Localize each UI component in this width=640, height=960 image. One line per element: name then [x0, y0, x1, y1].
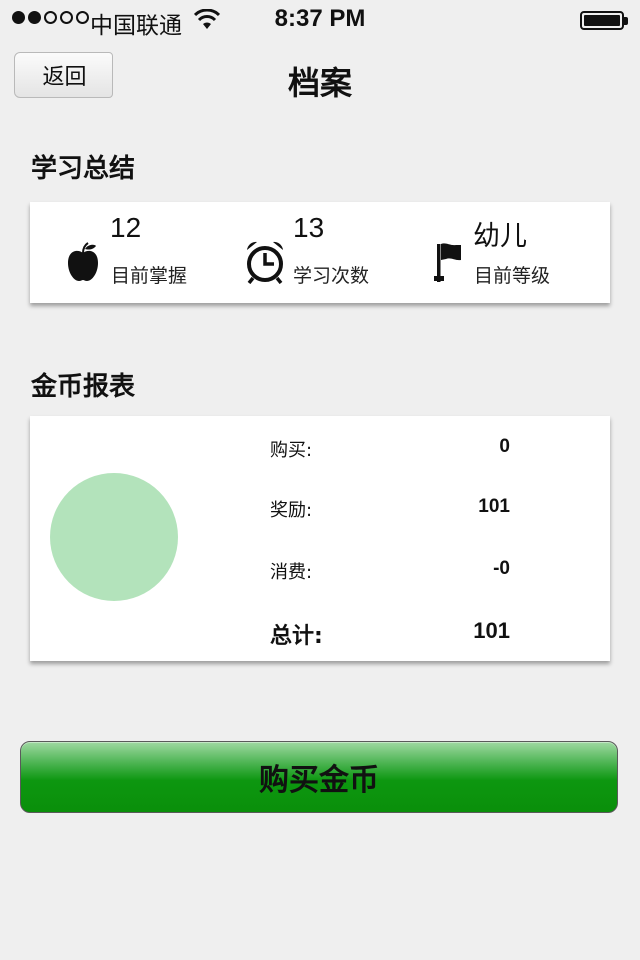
coin-report-card: 购买: 0 奖励: 101 消费: -0 总计: 101 — [30, 416, 610, 661]
reward-label: 奖励: — [270, 500, 313, 521]
study-count: 13 — [293, 212, 325, 243]
flag-icon — [434, 240, 464, 288]
alarm-clock-icon — [245, 240, 285, 288]
spend-label: 消费: — [270, 562, 313, 583]
study-summary-card: 12 目前掌握 13 学习次数 幼儿 目前等级 — [30, 202, 610, 303]
current-level-label: 目前等级 — [474, 265, 551, 287]
purchase-value: 0 — [499, 436, 510, 457]
mastered-label: 目前掌握 — [111, 265, 188, 287]
study-count-label: 学习次数 — [293, 265, 370, 287]
apple-icon — [66, 242, 100, 286]
reward-value: 101 — [478, 496, 510, 517]
mastered-count: 12 — [110, 212, 142, 243]
total-value: 101 — [473, 618, 510, 643]
status-time: 8:37 PM — [274, 5, 366, 32]
coin-pie-chart — [50, 473, 178, 601]
status-bar: 中国联通 8:37 PM — [0, 0, 640, 40]
purchase-label: 购买: — [270, 440, 313, 461]
battery-icon — [580, 11, 628, 30]
buy-coins-button[interactable]: 购买金币 — [20, 741, 618, 813]
current-level: 幼儿 — [473, 221, 527, 252]
coin-report-title: 金币报表 — [31, 372, 136, 402]
page-title: 档案 — [287, 64, 352, 102]
total-label: 总计: — [270, 624, 323, 649]
spend-value: -0 — [493, 558, 510, 579]
study-summary-title: 学习总结 — [31, 154, 136, 184]
